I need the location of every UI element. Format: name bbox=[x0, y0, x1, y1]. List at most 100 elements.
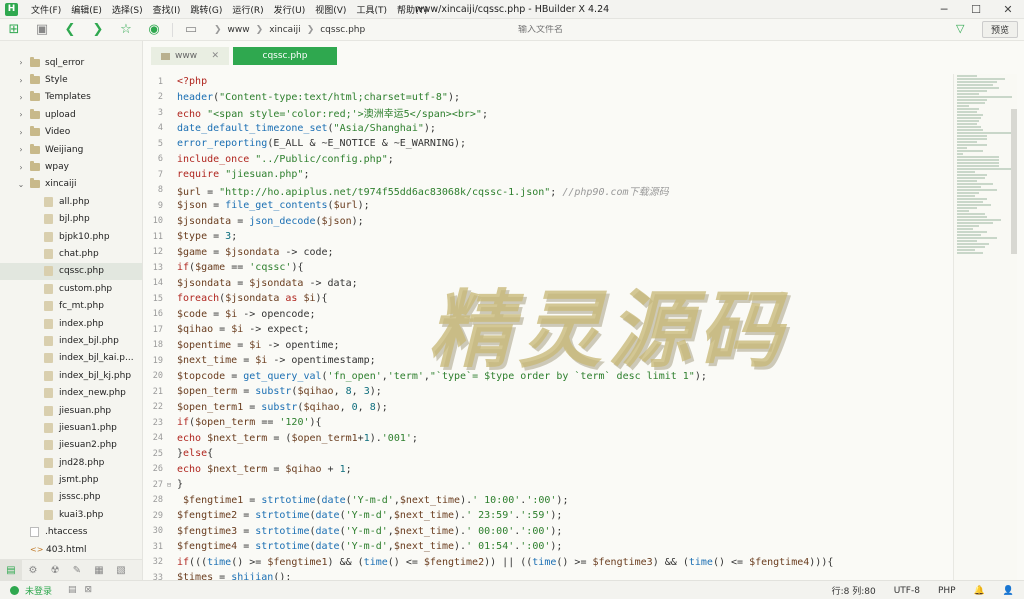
code-line[interactable]: 4 date_default_timezone_set("Asia/Shangha… bbox=[143, 121, 951, 137]
tab-cqssc-php[interactable]: cqssc.php bbox=[233, 47, 337, 65]
tool-icon[interactable]: ✎ bbox=[66, 560, 88, 581]
code-line[interactable]: 23 if($open_term == '120'){ bbox=[143, 415, 951, 431]
menu-item[interactable]: 工具(T) bbox=[351, 3, 392, 16]
fold-marker[interactable]: ⊟ bbox=[165, 481, 173, 489]
code-line[interactable]: 5 error_reporting(E_ALL & ~E_NOTICE & ~E_… bbox=[143, 136, 951, 152]
sidebar-folder[interactable]: ⌄ xincaiji bbox=[0, 176, 142, 193]
folder-icon[interactable]: ▭ bbox=[177, 19, 205, 41]
code-line[interactable]: 6 include_once "../Public/config.php"; bbox=[143, 152, 951, 168]
file-search-input[interactable] bbox=[518, 25, 918, 35]
code-line[interactable]: 16 $code = $i -> opencode; bbox=[143, 307, 951, 323]
sidebar-file[interactable]: index.php bbox=[0, 315, 142, 332]
sidebar-file[interactable]: chat.php bbox=[0, 245, 142, 262]
sidebar-folder[interactable]: › Video bbox=[0, 124, 142, 141]
language-mode[interactable]: PHP bbox=[938, 586, 956, 596]
save-icon[interactable]: ▣ bbox=[28, 19, 56, 41]
code-line[interactable]: 7 require "jiesuan.php"; bbox=[143, 167, 951, 183]
code-line[interactable]: 30 $fengtime3 = strtotime(date('Y-m-d',$n… bbox=[143, 524, 951, 540]
sidebar-file[interactable]: <> 403.html bbox=[0, 541, 142, 558]
code-line[interactable]: 22 $open_term1 = substr($qihao, 0, 8); bbox=[143, 400, 951, 416]
tab-www[interactable]: www ✕ bbox=[151, 47, 229, 65]
menu-item[interactable]: 视图(V) bbox=[310, 3, 351, 16]
chevron-right-icon[interactable]: › bbox=[16, 76, 26, 85]
sidebar-file[interactable]: index_bjl.php bbox=[0, 332, 142, 349]
output-panel-icon[interactable]: ▤ bbox=[68, 585, 77, 595]
sidebar-folder[interactable]: › Style bbox=[0, 71, 142, 88]
code-line[interactable]: 14 $jsondata = $jsondata -> data; bbox=[143, 276, 951, 292]
menu-item[interactable]: 选择(S) bbox=[107, 3, 148, 16]
code-line[interactable]: 15 foreach($jsondata as $i){ bbox=[143, 291, 951, 307]
menu-item[interactable]: 编辑(E) bbox=[66, 3, 107, 16]
sidebar-folder[interactable]: › sql_error bbox=[0, 54, 142, 71]
breadcrumb-item[interactable]: www bbox=[228, 25, 250, 35]
code-line[interactable]: 2 header("Content-type:text/html;charset=… bbox=[143, 90, 951, 106]
code-line[interactable]: 3 echo "<span style='color:red;'>澳洲幸运5</s… bbox=[143, 105, 951, 121]
minimize-button[interactable]: ─ bbox=[928, 0, 960, 19]
new-file-icon[interactable]: ⊞ bbox=[0, 19, 28, 41]
sidebar-file[interactable]: bjl.php bbox=[0, 211, 142, 228]
sidebar-file[interactable]: cqssc.php bbox=[0, 262, 142, 281]
breadcrumb-item[interactable]: cqssc.php bbox=[320, 25, 365, 35]
back-arrow-icon[interactable]: ❮ bbox=[56, 19, 84, 41]
forward-arrow-icon[interactable]: ❯ bbox=[84, 19, 112, 41]
plugin-icon[interactable]: ⚙ bbox=[22, 560, 44, 581]
favorite-star-icon[interactable]: ☆ bbox=[112, 19, 140, 41]
code-line[interactable]: 31 $fengtime4 = strtotime(date('Y-m-d',$n… bbox=[143, 539, 951, 555]
sidebar-file[interactable]: jnd28.php bbox=[0, 454, 142, 471]
sidebar-file[interactable]: index_bjl_kj.php bbox=[0, 367, 142, 384]
code-line[interactable]: 26 echo $next_term = $qihao + 1; bbox=[143, 462, 951, 478]
sidebar-file[interactable]: fc_mt.php bbox=[0, 297, 142, 314]
breadcrumb-item[interactable]: xincaiji bbox=[269, 25, 301, 35]
login-status[interactable]: 未登录 bbox=[10, 584, 52, 597]
chevron-down-icon[interactable]: ⌄ bbox=[16, 180, 26, 189]
sidebar-file[interactable]: jsssc.php bbox=[0, 489, 142, 506]
code-line[interactable]: 8 $url = "http://ho.apiplus.net/t974f55dd… bbox=[143, 183, 951, 199]
sidebar-file[interactable]: bjpk10.php bbox=[0, 228, 142, 245]
sidebar-file[interactable]: .htaccess bbox=[0, 524, 142, 541]
sidebar-folder[interactable]: › upload bbox=[0, 106, 142, 123]
chevron-right-icon[interactable]: › bbox=[16, 58, 26, 67]
sidebar-file[interactable]: jiesuan.php bbox=[0, 402, 142, 419]
more-icon[interactable]: ▧ bbox=[110, 560, 132, 581]
sidebar-file[interactable]: jsmt.php bbox=[0, 471, 142, 488]
project-manager-icon[interactable]: ▤ bbox=[0, 559, 22, 581]
sidebar-file[interactable]: all.php bbox=[0, 193, 142, 210]
notification-bell-icon[interactable]: 🔔 bbox=[974, 586, 985, 596]
sidebar-file[interactable]: jiesuan1.php bbox=[0, 419, 142, 436]
minimap[interactable] bbox=[953, 74, 1017, 580]
close-tab-icon[interactable]: ✕ bbox=[211, 51, 219, 61]
sidebar-file[interactable]: custom.php bbox=[0, 280, 142, 297]
code-line[interactable]: 25}else{ bbox=[143, 446, 951, 462]
code-line[interactable]: 1 <?php bbox=[143, 74, 951, 90]
code-editor[interactable]: 1 <?php 2 header("Content-type:text/html;ch… bbox=[143, 74, 951, 580]
code-line[interactable]: 12 $game = $jsondata -> code; bbox=[143, 245, 951, 261]
code-line[interactable]: 27 ⊟} bbox=[143, 477, 951, 493]
console-icon[interactable]: ⊠ bbox=[85, 585, 93, 595]
menu-item[interactable]: 发行(U) bbox=[269, 3, 311, 16]
menu-item[interactable]: 查找(I) bbox=[148, 3, 186, 16]
filter-icon[interactable]: ▽ bbox=[956, 22, 964, 35]
sidebar-folder[interactable]: › wpay bbox=[0, 158, 142, 175]
code-line[interactable]: 29 $fengtime2 = strtotime(date('Y-m-d',$n… bbox=[143, 508, 951, 524]
code-line[interactable]: 13 if($game == 'cqssc'){ bbox=[143, 260, 951, 276]
maximize-button[interactable]: ☐ bbox=[960, 0, 992, 19]
debug-icon[interactable]: ☢ bbox=[44, 560, 66, 581]
menu-item[interactable]: 帮助(Y) bbox=[392, 3, 433, 16]
code-line[interactable]: 24 echo $next_term = ($open_term1+1).'001… bbox=[143, 431, 951, 447]
code-line[interactable]: 19 $next_time = $i -> opentimestamp; bbox=[143, 353, 951, 369]
sidebar-file[interactable]: index_new.php bbox=[0, 384, 142, 401]
code-line[interactable]: 11 $type = 3; bbox=[143, 229, 951, 245]
cursor-position[interactable]: 行:8 列:80 bbox=[832, 584, 876, 597]
chevron-right-icon[interactable]: › bbox=[16, 145, 26, 154]
user-icon[interactable]: 👤 bbox=[1003, 586, 1014, 596]
close-button[interactable]: ✕ bbox=[992, 0, 1024, 19]
code-line[interactable]: 17 $qihao = $i -> expect; bbox=[143, 322, 951, 338]
run-icon[interactable]: ◉ bbox=[140, 19, 168, 41]
chevron-right-icon[interactable]: › bbox=[16, 110, 26, 119]
menu-item[interactable]: 运行(R) bbox=[227, 3, 268, 16]
chevron-right-icon[interactable]: › bbox=[16, 128, 26, 137]
encoding[interactable]: UTF-8 bbox=[894, 586, 920, 596]
menu-item[interactable]: 跳转(G) bbox=[185, 3, 227, 16]
code-line[interactable]: 28 $fengtime1 = strtotime(date('Y-m-d',$… bbox=[143, 493, 951, 509]
menu-item[interactable]: 文件(F) bbox=[26, 3, 66, 16]
